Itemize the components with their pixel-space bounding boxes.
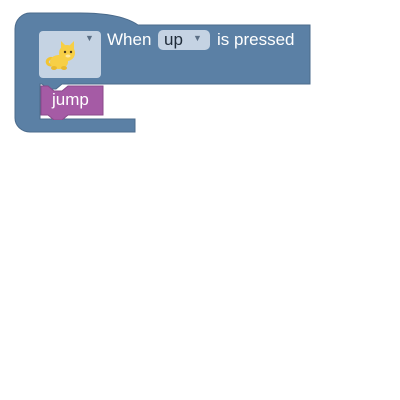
key-dropdown[interactable]: up ▼	[158, 30, 210, 50]
key-dropdown-value: up	[164, 30, 183, 49]
chevron-down-icon: ▼	[193, 33, 202, 43]
when-label: When	[107, 30, 152, 49]
cat-icon	[45, 41, 75, 70]
is-pressed-label: is pressed	[217, 30, 295, 49]
jump-block[interactable]	[38, 84, 108, 120]
sprite-picker-dropdown[interactable]: ▼	[39, 31, 101, 78]
chevron-down-icon: ▼	[85, 33, 94, 43]
block-workspace[interactable]: ▼ When up ▼ is pressed jump	[0, 0, 400, 400]
